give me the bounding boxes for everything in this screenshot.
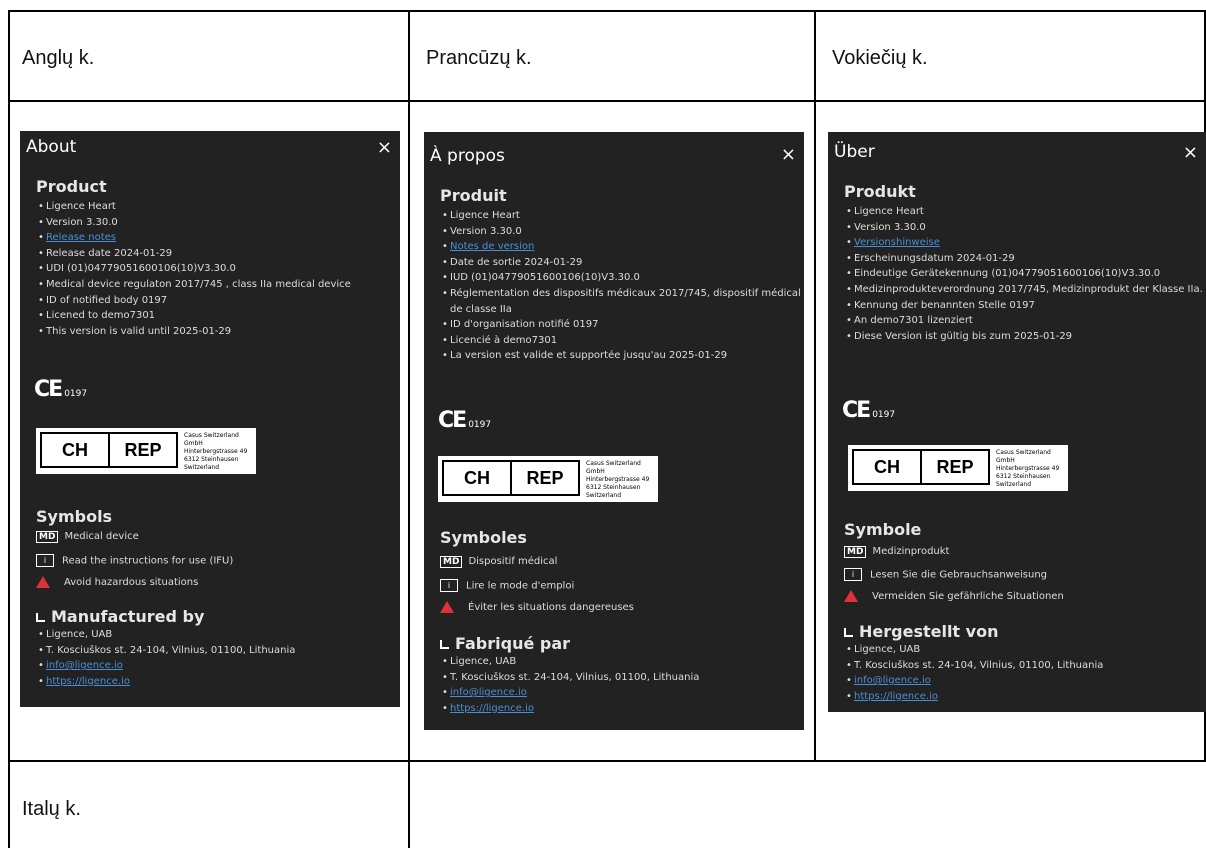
list-item: Kennung der benannten Stelle 0197 (846, 298, 1206, 314)
list-item: Diese Version ist gültig bis zum 2025-01… (846, 329, 1206, 345)
list-item: Ligence Heart (846, 204, 1206, 220)
list-item: ID of notified body 0197 (38, 293, 351, 309)
header-french: Prancūzų k. (426, 47, 532, 69)
release-notes-link[interactable]: Release notes (38, 230, 351, 246)
product-list: Ligence Heart Version 3.30.0 Notes de ve… (442, 208, 804, 364)
manufacturer-heading: Manufactured by (36, 607, 204, 626)
ce-mark: CE 0197 (438, 408, 492, 433)
factory-icon (844, 628, 853, 637)
symbols-heading: Symboles (440, 528, 527, 547)
product-heading: Produit (440, 186, 507, 205)
list-item: La version est valide et supportée jusqu… (442, 348, 804, 364)
website-link[interactable]: https://ligence.io (38, 674, 295, 690)
row-divider-1 (8, 100, 1206, 102)
close-icon[interactable]: × (1183, 142, 1198, 163)
list-item: Medical device regulaton 2017/745 , clas… (38, 277, 351, 293)
list-item: Version 3.30.0 (442, 224, 804, 240)
panel-title: À propos (430, 146, 505, 166)
warning-icon (440, 601, 454, 613)
ifu-icon: i (844, 568, 862, 581)
about-panel-de: Über × Produkt Ligence Heart Version 3.3… (828, 132, 1206, 712)
release-notes-link[interactable]: Versionshinweise (846, 235, 1206, 251)
manufacturer-list: Ligence, UAB T. Kosciuškos st. 24-104, V… (442, 654, 699, 716)
symbol-warning: Vermeiden Sie gefährliche Situationen (844, 590, 1064, 602)
symbol-ifu: i Read the instructions for use (IFU) (36, 554, 233, 567)
list-item: An demo7301 lizenziert (846, 313, 1206, 329)
release-notes-link[interactable]: Notes de version (442, 239, 804, 255)
list-item: This version is valid until 2025-01-29 (38, 324, 351, 340)
md-icon: MD (440, 556, 463, 568)
ch-rep-label: CH REP Casus Switzerland GmbH Hinterbergst… (848, 445, 1068, 491)
list-item: Ligence, UAB (442, 654, 699, 670)
list-item: Version 3.30.0 (846, 220, 1206, 236)
product-list: Ligence Heart Version 3.30.0 Release not… (38, 199, 351, 339)
header-italian: Italų k. (22, 798, 81, 820)
email-link[interactable]: info@ligence.io (442, 685, 699, 701)
col-divider-1 (408, 10, 410, 848)
manufacturer-heading: Hergestellt von (844, 622, 998, 641)
list-item: T. Kosciuškos st. 24-104, Vilnius, 01100… (38, 643, 295, 659)
col-divider-2 (814, 10, 816, 762)
product-list: Ligence Heart Version 3.30.0 Versionshin… (846, 204, 1206, 344)
close-icon[interactable]: × (781, 144, 796, 165)
symbol-ifu: i Lire le mode d'emploi (440, 579, 574, 592)
list-item: Date de sortie 2024-01-29 (442, 255, 804, 271)
symbol-warning: Avoid hazardous situations (36, 576, 198, 588)
factory-icon (36, 613, 45, 622)
ce-mark: CE 0197 (34, 377, 88, 402)
symbols-heading: Symbole (844, 520, 922, 539)
website-link[interactable]: https://ligence.io (846, 689, 1103, 705)
list-item: Ligence Heart (38, 199, 351, 215)
manufacturer-list: Ligence, UAB T. Kosciuškos st. 24-104, V… (38, 627, 295, 689)
list-item: Erscheinungsdatum 2024-01-29 (846, 251, 1206, 267)
list-item: Ligence, UAB (38, 627, 295, 643)
list-item: ID d'organisation notifié 0197 (442, 317, 804, 333)
ifu-icon: i (440, 579, 458, 592)
about-panel-fr: À propos × Produit Ligence Heart Version… (424, 132, 804, 730)
symbol-md: MD Dispositif médical (440, 556, 557, 568)
row-divider-2 (8, 760, 1206, 762)
list-item: Ligence, UAB (846, 642, 1103, 658)
ifu-icon: i (36, 554, 54, 567)
ch-rep-label: CH REP Casus Switzerland GmbH Hinterbergst… (438, 456, 658, 502)
list-item: Release date 2024-01-29 (38, 246, 351, 262)
factory-icon (440, 640, 449, 649)
warning-icon (36, 576, 50, 588)
ch-rep-label: CH REP Casus Switzerland GmbH Hinterbergst… (36, 428, 256, 474)
symbol-ifu: i Lesen Sie die Gebrauchsanweisung (844, 568, 1047, 581)
md-icon: MD (36, 531, 59, 543)
close-icon[interactable]: × (377, 137, 392, 158)
warning-icon (844, 590, 858, 602)
manufacturer-list: Ligence, UAB T. Kosciuškos st. 24-104, V… (846, 642, 1103, 704)
list-item: Licened to demo7301 (38, 308, 351, 324)
list-item: T. Kosciuškos st. 24-104, Vilnius, 01100… (442, 670, 699, 686)
list-item: Medizinprodukteverordnung 2017/745, Medi… (846, 282, 1206, 298)
list-item: T. Kosciuškos st. 24-104, Vilnius, 01100… (846, 658, 1103, 674)
manufacturer-heading: Fabriqué par (440, 634, 570, 653)
list-item: Ligence Heart (442, 208, 804, 224)
list-item: Version 3.30.0 (38, 215, 351, 231)
about-panel-en: About × Product Ligence Heart Version 3.… (20, 131, 400, 707)
md-icon: MD (844, 546, 867, 558)
email-link[interactable]: info@ligence.io (846, 673, 1103, 689)
list-item: Réglementation des dispositifs médicaux … (442, 286, 804, 317)
list-item: Licencié à demo7301 (442, 333, 804, 349)
list-item: Eindeutige Gerätekennung (01)04779051600… (846, 266, 1206, 282)
header-english: Anglų k. (22, 47, 95, 69)
product-heading: Produkt (844, 182, 916, 201)
panel-title: About (26, 137, 77, 157)
symbol-warning: Éviter les situations dangereuses (440, 601, 634, 613)
email-link[interactable]: info@ligence.io (38, 658, 295, 674)
symbols-heading: Symbols (36, 507, 113, 526)
symbol-md: MD Medizinprodukt (844, 546, 949, 558)
header-german: Vokiečių k. (832, 47, 928, 69)
product-heading: Product (36, 177, 107, 196)
list-item: UDI (01)04779051600106(10)V3.30.0 (38, 261, 351, 277)
ce-mark: CE 0197 (842, 398, 896, 423)
list-item: IUD (01)04779051600106(10)V3.30.0 (442, 270, 804, 286)
website-link[interactable]: https://ligence.io (442, 701, 699, 717)
symbol-md: MD Medical device (36, 531, 139, 543)
panel-title: Über (834, 142, 875, 162)
